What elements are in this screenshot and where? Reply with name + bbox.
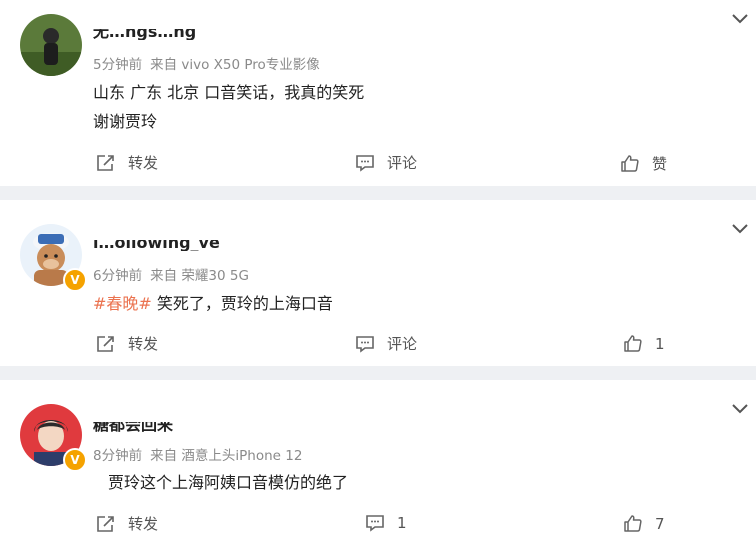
verified-badge-icon: V [63, 268, 87, 292]
post-separator [0, 186, 756, 200]
like-count: 赞 [652, 155, 668, 173]
comment-button[interactable]: 评论 [355, 152, 417, 173]
post-text-line-1: #春晚# 笑死了，贾玲的上海口音 [93, 290, 333, 314]
post-card-3: V 糖都会回来 8分钟前 来自 酒意上头iPhone 12 贾玲这个上海阿姨口音模… [0, 380, 756, 550]
avatar[interactable] [20, 14, 82, 76]
post-meta: 8分钟前 来自 酒意上头iPhone 12 [93, 444, 302, 464]
like-icon [624, 515, 642, 532]
post-text: 笑死了，贾玲的上海口音 [156, 294, 333, 313]
chevron-down-icon[interactable] [732, 14, 748, 24]
username[interactable]: 无…ngs…ng [93, 29, 196, 40]
post-source: 来自 vivo X50 Pro专业影像 [150, 57, 320, 73]
comment-label: 评论 [387, 154, 418, 172]
repost-label: 转发 [128, 515, 159, 533]
chevron-down-icon[interactable] [732, 224, 748, 234]
like-button[interactable]: 7 [623, 514, 665, 533]
comment-icon [356, 335, 374, 353]
chevron-down-icon[interactable] [732, 404, 748, 414]
post-time[interactable]: 8分钟前 [93, 448, 142, 464]
post-text-line-1: 贾玲这个上海阿姨口音模仿的绝了 [108, 473, 349, 492]
username[interactable]: l…ollowing_ve [93, 240, 220, 251]
repost-icon [97, 154, 114, 171]
post-time[interactable]: 5分钟前 [93, 57, 142, 73]
post-separator [0, 366, 756, 380]
post-meta: 6分钟前 来自 荣耀30 5G [93, 264, 249, 284]
repost-icon [97, 335, 114, 352]
post-source: 来自 酒意上头iPhone 12 [150, 448, 303, 464]
post-meta: 5分钟前 来自 vivo X50 Pro专业影像 [93, 53, 320, 73]
like-icon [621, 155, 639, 172]
comment-button[interactable]: 1 [365, 514, 407, 532]
like-count: 7 [655, 514, 665, 533]
repost-button[interactable]: 转发 [96, 333, 158, 354]
like-icon [624, 335, 642, 352]
username[interactable]: 糖都会回来 [93, 422, 173, 433]
comment-label: 评论 [387, 335, 418, 353]
repost-button[interactable]: 转发 [96, 152, 158, 173]
post-card-2: V l…ollowing_ve 6分钟前 来自 荣耀30 5G #春晚# 笑死了，… [0, 200, 756, 366]
verified-badge-icon: V [63, 448, 87, 472]
like-button[interactable]: 赞 [620, 153, 667, 174]
like-count: 1 [655, 334, 665, 353]
comment-button[interactable]: 评论 [355, 333, 417, 354]
repost-label: 转发 [128, 335, 159, 353]
avatar[interactable]: V [20, 224, 87, 292]
post-card-1: 无…ngs…ng 5分钟前 来自 vivo X50 Pro专业影像 山东 广东 北… [0, 0, 756, 186]
comment-count: 1 [397, 514, 407, 532]
avatar[interactable]: V [20, 404, 87, 472]
like-button[interactable]: 1 [623, 334, 665, 353]
repost-label: 转发 [128, 154, 159, 172]
repost-button[interactable]: 转发 [96, 513, 158, 534]
repost-icon [97, 515, 114, 532]
post-time[interactable]: 6分钟前 [93, 268, 142, 284]
post-text-line-1: 山东 广东 北京 口音笑话，我真的笑死 [93, 83, 365, 102]
comment-icon [366, 515, 384, 532]
post-text-line-2: 谢谢贾玲 [93, 112, 158, 131]
comment-icon [356, 154, 374, 172]
topic-link[interactable]: #春晚# [93, 294, 152, 313]
post-source: 来自 荣耀30 5G [150, 268, 249, 284]
